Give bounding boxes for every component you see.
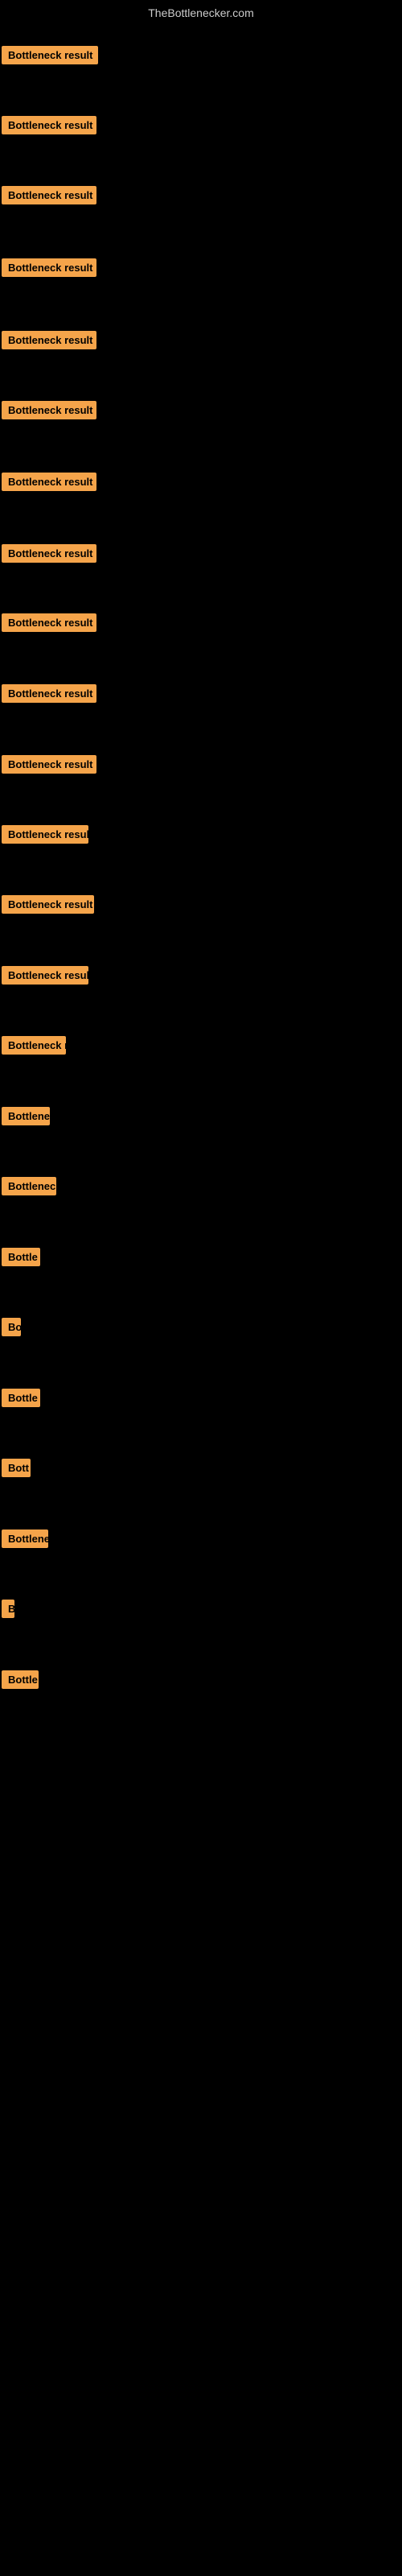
- bottleneck-badge-11: Bottleneck result: [2, 755, 96, 774]
- bottleneck-badge-18: Bottle: [2, 1248, 40, 1266]
- bottleneck-badge-23: B: [2, 1600, 14, 1618]
- bottleneck-badge-5: Bottleneck result: [2, 331, 96, 349]
- bottleneck-badge-24: Bottle: [2, 1670, 39, 1689]
- bottleneck-badge-4: Bottleneck result: [2, 258, 96, 277]
- bottleneck-badge-8: Bottleneck result: [2, 544, 96, 563]
- bottleneck-badge-13: Bottleneck result: [2, 895, 94, 914]
- bottleneck-badge-17: Bottleneck: [2, 1177, 56, 1195]
- bottleneck-badge-6: Bottleneck result: [2, 401, 96, 419]
- bottleneck-badge-19: Bo: [2, 1318, 21, 1336]
- bottleneck-badge-15: Bottleneck r: [2, 1036, 66, 1055]
- bottleneck-badge-7: Bottleneck result: [2, 473, 96, 491]
- bottleneck-badge-3: Bottleneck result: [2, 186, 96, 204]
- bottleneck-badge-10: Bottleneck result: [2, 684, 96, 703]
- bottleneck-badge-22: Bottlene: [2, 1530, 48, 1548]
- site-title: TheBottlenecker.com: [0, 0, 402, 23]
- bottleneck-badge-20: Bottle: [2, 1389, 40, 1407]
- bottleneck-badge-12: Bottleneck resul: [2, 825, 88, 844]
- bottleneck-badge-2: Bottleneck result: [2, 116, 96, 134]
- bottleneck-badge-16: Bottlene: [2, 1107, 50, 1125]
- bottleneck-badge-21: Bott: [2, 1459, 31, 1477]
- bottleneck-badge-1: Bottleneck result: [2, 46, 98, 64]
- bottleneck-badge-14: Bottleneck resul: [2, 966, 88, 985]
- bottleneck-badge-9: Bottleneck result: [2, 613, 96, 632]
